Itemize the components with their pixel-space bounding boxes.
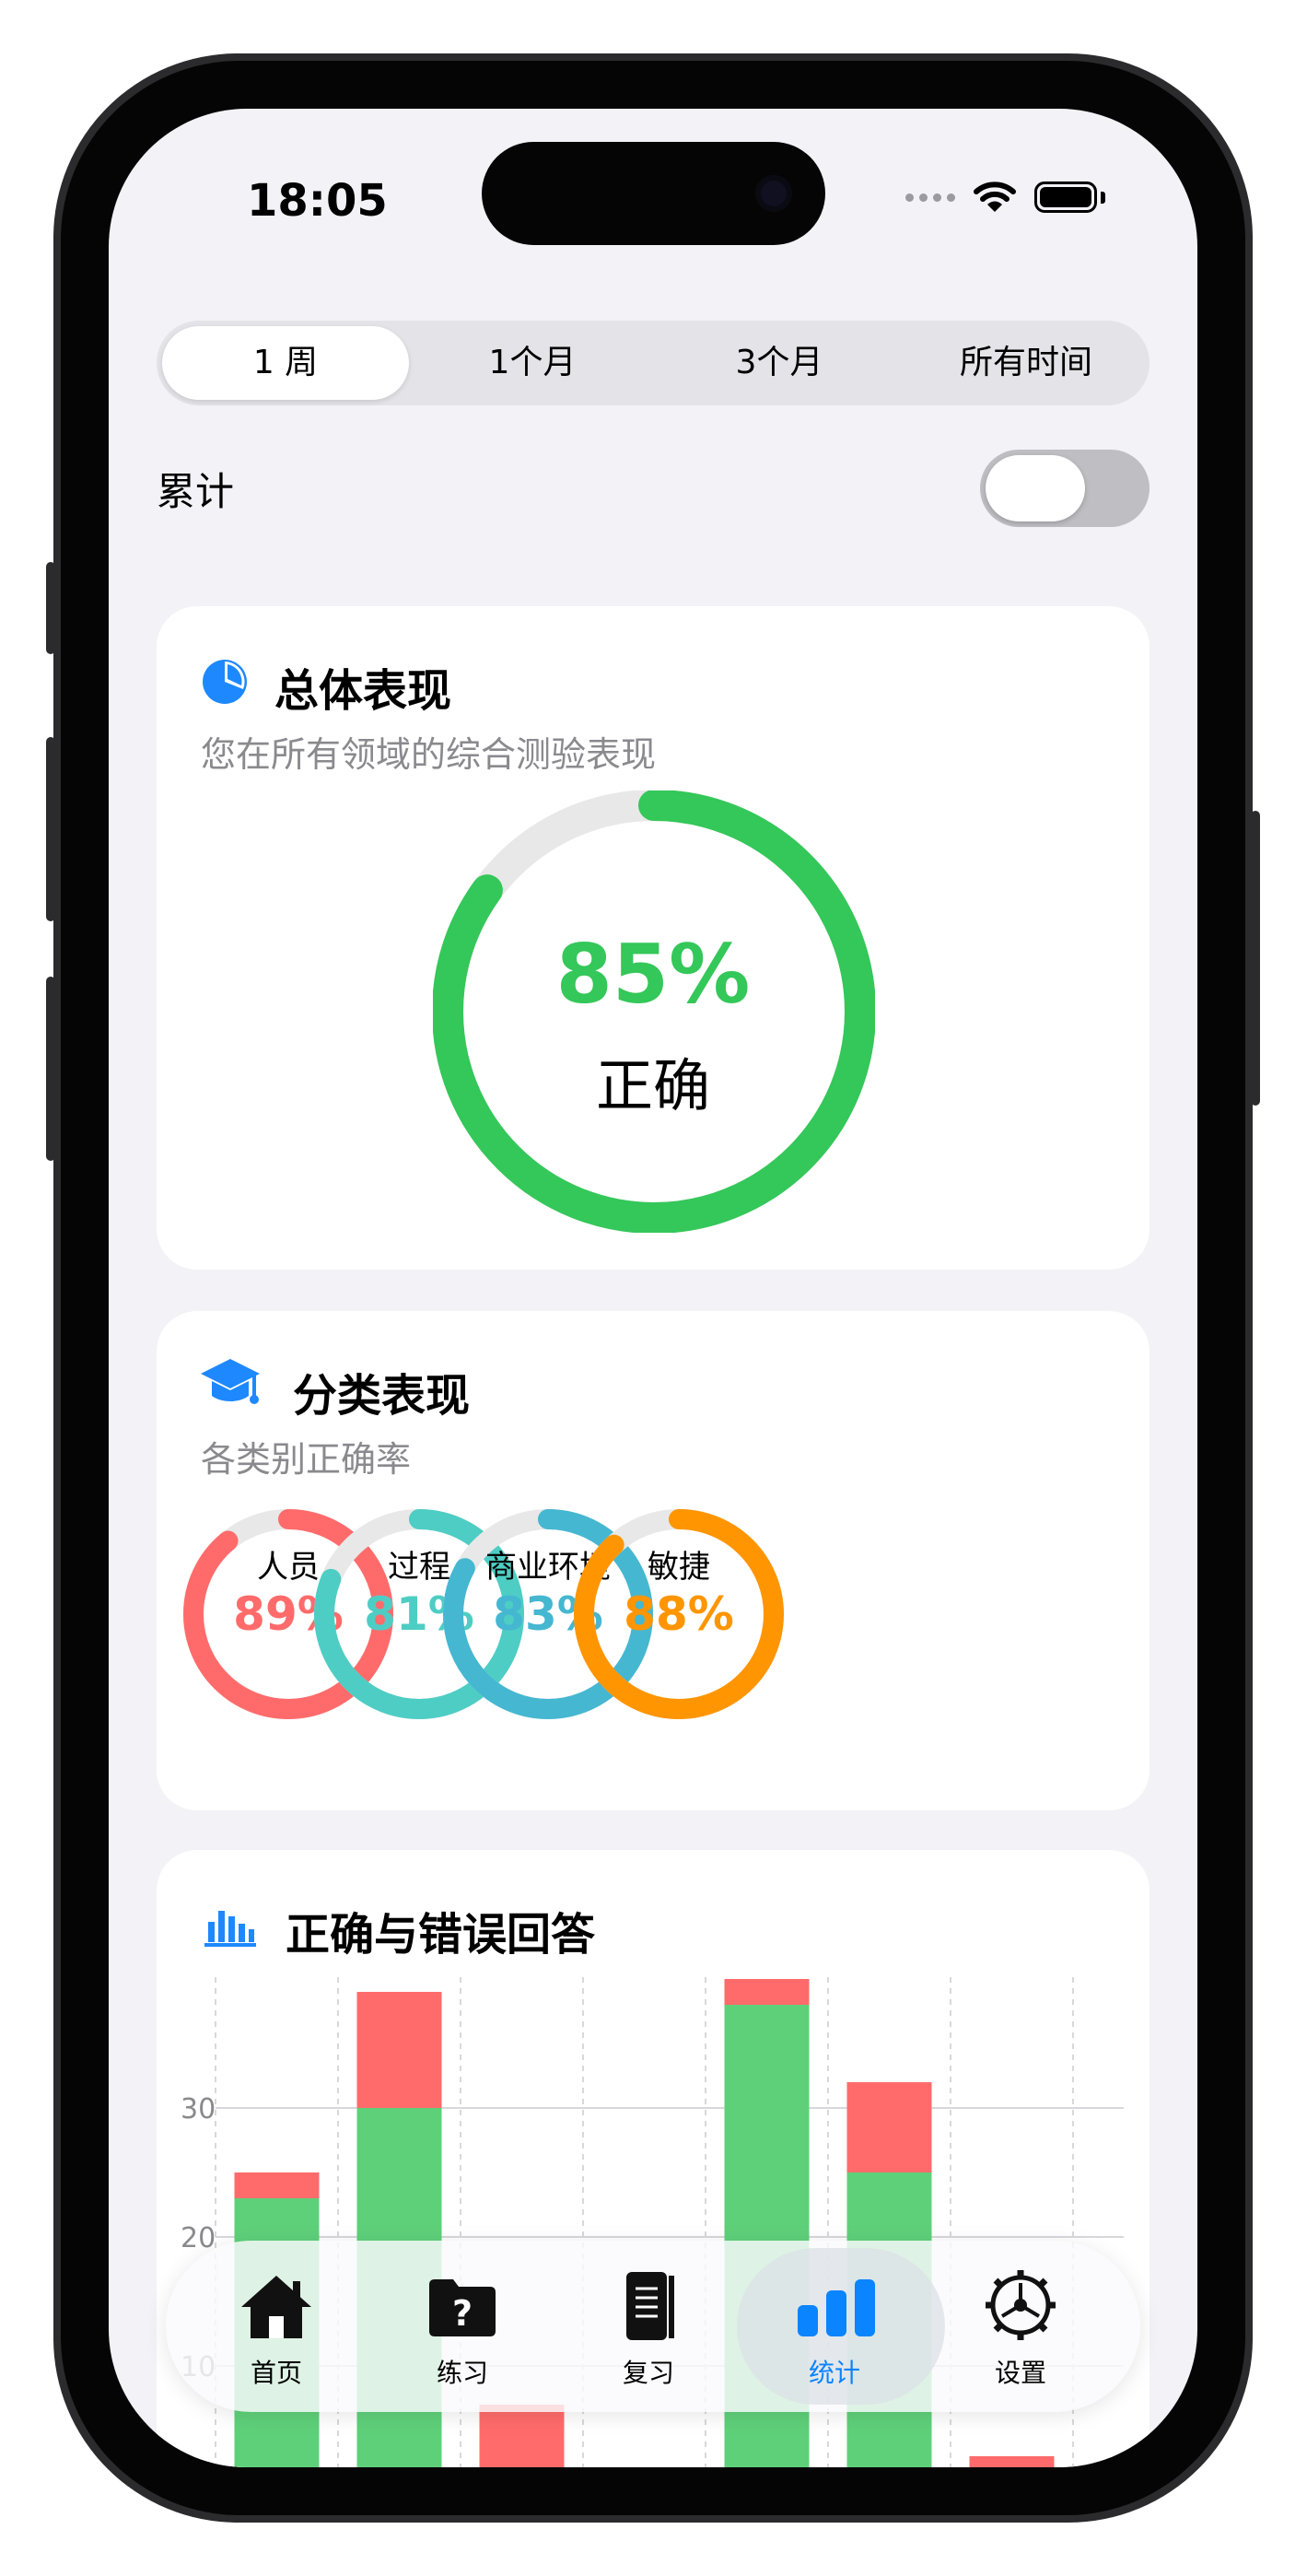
tab-review[interactable]: 复习 [556, 2241, 741, 2412]
segment-1-week[interactable]: 1 周 [162, 326, 409, 400]
overall-correct-label: 正确 [595, 1052, 710, 1119]
bar-incorrect [846, 2082, 932, 2172]
cumulative-row: 累计 [157, 450, 1149, 527]
tab-home-label: 首页 [250, 2358, 302, 2388]
segment-all-time[interactable]: 所有时间 [903, 326, 1149, 400]
gear-icon [986, 2270, 1056, 2340]
overall-title: 总体表现 [274, 665, 452, 717]
tab-practice[interactable]: ? 练习 [370, 2241, 554, 2412]
graduation-cap-icon [201, 1359, 260, 1404]
camera-icon [755, 175, 792, 212]
tab-settings-label: 设置 [994, 2358, 1046, 2388]
segment-1-month[interactable]: 1个月 [409, 326, 656, 400]
category-subtitle: 各类别正确率 [201, 1439, 412, 1480]
bar-incorrect [479, 2405, 565, 2467]
tab-review-label: 复习 [622, 2358, 674, 2388]
category-ring-3: 88% [571, 1506, 787, 1722]
category-title: 分类表现 [293, 1370, 471, 1422]
wifi-icon [974, 181, 1016, 212]
segment-3-months[interactable]: 3个月 [656, 326, 903, 400]
tab-home[interactable]: 首页 [184, 2241, 368, 2412]
bar-incorrect [234, 2172, 320, 2198]
status-icons [905, 181, 1105, 214]
screen: 18:05 1 周 1个月 3个月 所有时间 累计 总体表现 您在所有领域的综合… [109, 109, 1197, 2467]
overall-percent: 85% [555, 927, 751, 1022]
signal-icon [905, 193, 955, 202]
dynamic-island [482, 142, 825, 245]
tab-practice-label: 练习 [436, 2358, 488, 2388]
status-time: 18:05 [247, 175, 388, 227]
bar-incorrect [356, 1992, 442, 2108]
svg-text:?: ? [452, 2293, 473, 2334]
question-folder-icon: ? [429, 2279, 496, 2336]
category-performance-card: 分类表现 各类别正确率 89% 人员 81% 过程 83% 商业环境 88% 敏捷 [157, 1311, 1149, 1810]
cumulative-toggle[interactable] [980, 450, 1149, 527]
overall-subtitle: 您在所有领域的综合测验表现 [201, 734, 657, 775]
book-icon [626, 2272, 674, 2340]
bar-incorrect [969, 2456, 1055, 2467]
time-range-segmented-control: 1 周 1个月 3个月 所有时间 [157, 321, 1149, 405]
tab-stats-label: 统计 [808, 2358, 860, 2388]
house-icon [241, 2276, 311, 2338]
battery-icon [1034, 181, 1097, 213]
toggle-knob [986, 455, 1085, 521]
category-percent: 88% [624, 1587, 734, 1641]
category-name: 敏捷 [648, 1549, 710, 1586]
pie-chart-icon [203, 660, 247, 704]
tab-bar: 首页 ? 练习 复习 统计 设置 [166, 2241, 1140, 2412]
tab-settings[interactable]: 设置 [928, 2241, 1113, 2412]
overall-performance-card: 总体表现 您在所有领域的综合测验表现 85% 正确 [157, 606, 1149, 1270]
bar-chart-icon [798, 2279, 875, 2336]
bar-incorrect [724, 1979, 810, 2005]
cumulative-label: 累计 [157, 469, 235, 514]
y-tick-label: 30 [181, 2093, 216, 2125]
tab-stats[interactable]: 统计 [742, 2241, 927, 2412]
